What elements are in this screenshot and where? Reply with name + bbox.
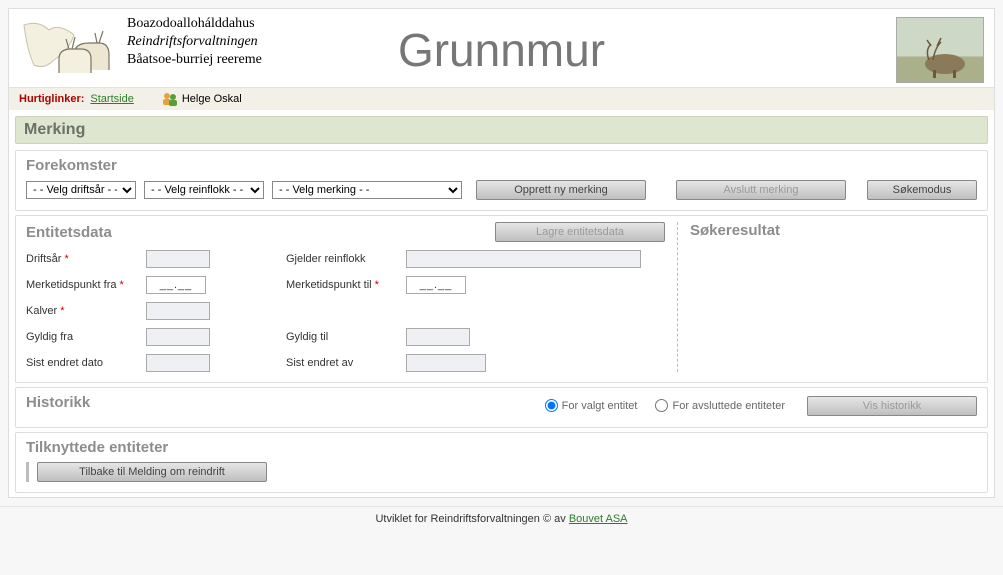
reindeer-photo	[896, 17, 984, 83]
app-header: Boazodoallohálddahus Reindriftsforvaltni…	[9, 9, 994, 87]
label-merketidspunkt-fra: Merketidspunkt fra *	[26, 279, 146, 291]
label-kalver: Kalver *	[26, 305, 146, 317]
forekomster-panel: Forekomster - - Velg driftsår - - - - Ve…	[15, 150, 988, 211]
tilknyttede-title: Tilknyttede entiteter	[26, 439, 977, 456]
radio-valgt-input[interactable]	[545, 399, 558, 412]
input-sist-endret-dato[interactable]	[146, 354, 210, 372]
vis-historikk-button[interactable]: Vis historikk	[807, 396, 977, 416]
radio-avsluttede-input[interactable]	[655, 399, 668, 412]
select-reinflokk[interactable]: - - Velg reinflokk - -	[144, 181, 264, 199]
sokeresultat-title: Søkeresultat	[690, 222, 977, 239]
label-gyldig-fra: Gyldig fra	[26, 331, 146, 343]
quicklinks-bar: Hurtiglinker: Startside Helge Oskal	[9, 87, 994, 110]
org-name-3: Båatsoe-burriej reereme	[127, 51, 262, 69]
label-gyldig-til: Gyldig til	[286, 331, 406, 343]
label-merketidspunkt-til: Merketidspunkt til *	[286, 279, 406, 291]
label-sist-endret-av: Sist endret av	[286, 357, 406, 369]
select-merking[interactable]: - - Velg merking - -	[272, 181, 462, 199]
input-sist-endret-av[interactable]	[406, 354, 486, 372]
historikk-panel: Historikk For valgt entitet For avslutte…	[15, 387, 988, 428]
vertical-bar-icon	[26, 462, 29, 482]
org-name-1: Boazodoallohálddahus	[127, 15, 262, 33]
input-merketidspunkt-til[interactable]: __.__	[406, 276, 466, 294]
input-merketidspunkt-fra[interactable]: __.__	[146, 276, 206, 294]
input-gjelder-reinflokk[interactable]	[406, 250, 641, 268]
org-names: Boazodoallohálddahus Reindriftsforvaltni…	[127, 15, 262, 70]
startside-link[interactable]: Startside	[90, 93, 133, 105]
label-driftsaar: Driftsår *	[26, 253, 146, 265]
entitetsdata-title: Entitetsdata	[26, 224, 112, 241]
section-bar-merking: Merking	[15, 116, 988, 144]
lagre-entitetsdata-button[interactable]: Lagre entitetsdata	[495, 222, 665, 242]
quicklinks-label: Hurtiglinker:	[19, 93, 84, 105]
logo-block: Boazodoallohálddahus Reindriftsforvaltni…	[19, 15, 262, 85]
opprett-ny-merking-button[interactable]: Opprett ny merking	[476, 180, 646, 200]
input-kalver[interactable]	[146, 302, 210, 320]
input-gyldig-til[interactable]	[406, 328, 470, 346]
forekomster-title: Forekomster	[26, 157, 977, 174]
users-icon	[162, 92, 178, 106]
radio-for-avsluttede-entiteter[interactable]: For avsluttede entiteter	[655, 399, 785, 412]
input-gyldig-fra[interactable]	[146, 328, 210, 346]
tilbake-til-melding-button[interactable]: Tilbake til Melding om reindrift	[37, 462, 267, 482]
historikk-title: Historikk	[26, 394, 90, 411]
user-block: Helge Oskal	[162, 92, 242, 106]
radio-for-valgt-entitet[interactable]: For valgt entitet	[545, 399, 638, 412]
avslutt-merking-button[interactable]: Avslutt merking	[676, 180, 846, 200]
entitetsdata-panel: Entitetsdata Lagre entitetsdata Driftsår…	[15, 215, 988, 383]
label-sist-endret-dato: Sist endret dato	[26, 357, 146, 369]
label-gjelder-reinflokk: Gjelder reinflokk	[286, 253, 406, 265]
footer-text: Utviklet for Reindriftsforvaltningen © a…	[375, 513, 568, 525]
reindeer-logo-icon	[19, 15, 119, 85]
input-driftsaar[interactable]	[146, 250, 210, 268]
user-name: Helge Oskal	[182, 93, 242, 105]
footer-link[interactable]: Bouvet ASA	[569, 513, 628, 525]
tilknyttede-panel: Tilknyttede entiteter Tilbake til Meldin…	[15, 432, 988, 493]
select-driftsaar[interactable]: - - Velg driftsår - -	[26, 181, 136, 199]
org-name-2: Reindriftsforvaltningen	[127, 33, 262, 51]
sokemodus-button[interactable]: Søkemodus	[867, 180, 977, 200]
footer: Utviklet for Reindriftsforvaltningen © a…	[0, 506, 1003, 531]
